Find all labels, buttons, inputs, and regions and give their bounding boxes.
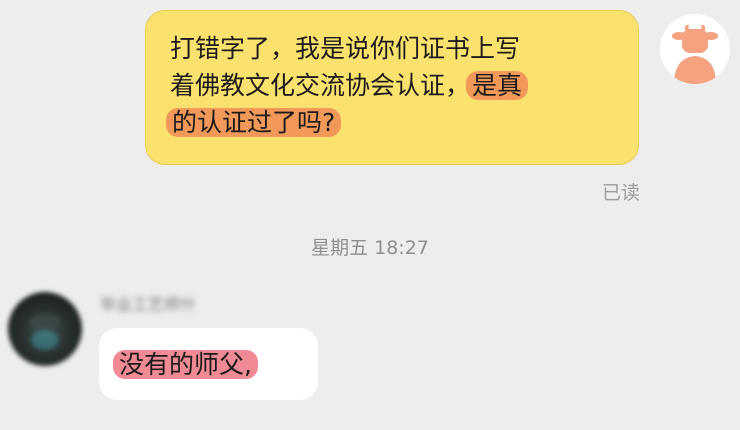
self-avatar[interactable] [660,14,730,84]
sender-name: 毕业工艺师什 [100,295,197,314]
message-line: 着佛教文化交流协会认证，是真 [170,67,614,104]
contact-avatar[interactable] [8,292,82,366]
message-line: 的认证过了吗? [166,104,614,141]
highlighted-text: 没有的师父, [113,350,258,379]
highlighted-text: 是真 [466,71,529,100]
message-text: 着佛教文化交流协会认证， [170,71,471,100]
message-line: 打错字了，我是说你们证书上写 [170,34,521,63]
highlighted-text: 的认证过了吗? [166,108,342,137]
contact-avatar-image [29,314,61,350]
message-timestamp: 星期五 18:27 [311,237,429,259]
incoming-message-bubble[interactable]: 没有的师父, [99,328,318,400]
chat-area: 打错字了，我是说你们证书上写 着佛教文化交流协会认证，是真 的认证过了吗? 已读… [0,0,740,430]
read-status: 已读 [601,182,640,204]
cow-avatar-icon [660,14,730,84]
outgoing-message-bubble[interactable]: 打错字了，我是说你们证书上写 着佛教文化交流协会认证，是真 的认证过了吗? [145,10,639,165]
